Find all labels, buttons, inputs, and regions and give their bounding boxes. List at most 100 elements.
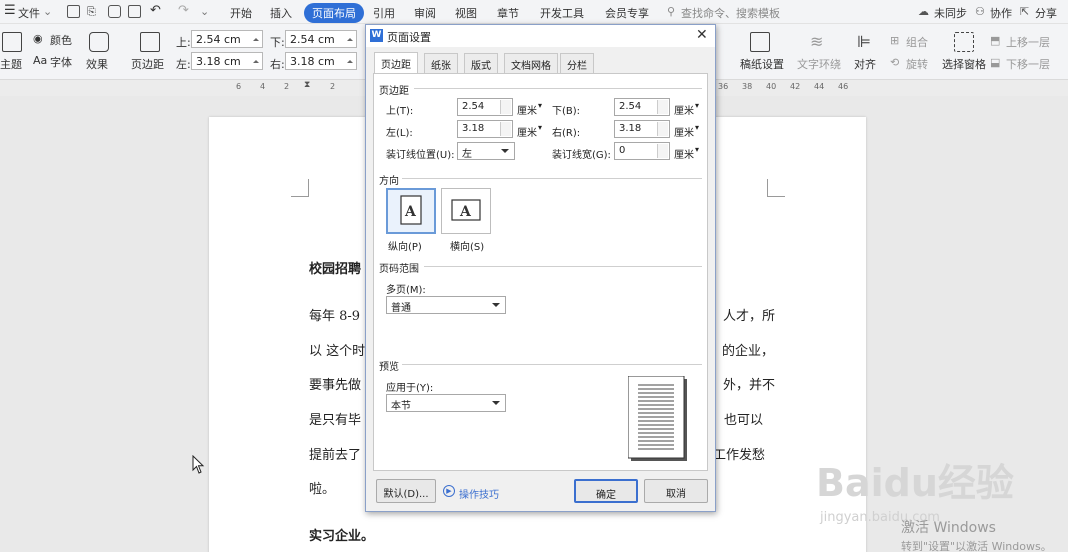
tab-paper[interactable]: 纸张 [424, 53, 458, 73]
file-menu[interactable]: 文件 [18, 5, 40, 21]
margins-panel: 页边距 上(T): 2.54 厘米 ▾ 下(B): 2.54 厘米 ▾ 左(L)… [373, 73, 708, 471]
chevron-down-icon[interactable]: ▾ [538, 101, 542, 110]
print-preview-icon[interactable] [128, 5, 141, 18]
ruler-tick: 36 [718, 82, 729, 91]
palette-icon: ◉ [33, 32, 43, 45]
tab-developer[interactable]: 开发工具 [540, 5, 584, 21]
selection-pane-icon[interactable] [954, 32, 974, 52]
ribbon-right-margin[interactable]: 3.18 cm [285, 52, 357, 70]
section-divider [414, 88, 702, 89]
right-margin-input[interactable]: 3.18 [614, 120, 670, 138]
tab-margins[interactable]: 页边距 [374, 52, 418, 74]
tab-view[interactable]: 视图 [455, 5, 477, 21]
selection-pane-button[interactable]: 选择窗格 [942, 56, 986, 72]
tips-link[interactable]: 操作技巧 [459, 486, 499, 501]
rotate-button[interactable]: 旋转 [906, 56, 928, 72]
tab-review[interactable]: 审阅 [414, 5, 436, 21]
share-button[interactable]: 分享 [1035, 5, 1057, 21]
top-unit-dropdown[interactable]: 厘米 [517, 102, 537, 117]
left-unit-dropdown[interactable]: 厘米 [517, 124, 537, 139]
tab-columns[interactable]: 分栏 [560, 53, 594, 73]
doc-text-line: 每年 8-9 [309, 309, 361, 324]
doc-text-line: 以 这个时 [309, 344, 366, 359]
bottom-margin-input[interactable]: 2.54 [614, 98, 670, 116]
landscape-option[interactable]: A [441, 188, 491, 234]
tab-page-layout[interactable]: 页面布局 [304, 3, 364, 23]
command-search[interactable]: 查找命令、搜索模板 [681, 5, 780, 21]
section-divider [424, 266, 702, 267]
undo-icon[interactable]: ↶ [150, 3, 161, 18]
tab-references[interactable]: 引用 [373, 5, 395, 21]
tab-layout[interactable]: 版式 [464, 53, 498, 73]
multiple-pages-select[interactable]: 普通 [386, 296, 506, 314]
chevron-down-icon[interactable]: ▾ [695, 145, 699, 154]
page-setup-dialog: W 页面设置 ✕ 页边距 纸张 版式 文档网格 分栏 页边距 上(T): 2.5… [365, 24, 716, 512]
send-backward-button[interactable]: 下移一层 [1006, 56, 1050, 72]
apply-to-select[interactable]: 本节 [386, 394, 506, 412]
font-icon: Aa [33, 54, 48, 67]
gutter-position-select[interactable]: 左 [457, 142, 515, 160]
dialog-title-bar[interactable]: W 页面设置 ✕ [366, 25, 715, 47]
right-margin-label: 右(R): [552, 128, 581, 139]
left-margin-input[interactable]: 3.18 [457, 120, 513, 138]
gutter-unit-dropdown[interactable]: 厘米 [674, 146, 694, 161]
margins-button[interactable]: 页边距 [131, 56, 164, 72]
bring-forward-button[interactable]: 上移一层 [1006, 34, 1050, 50]
align-button[interactable]: 对齐 [854, 56, 876, 72]
save-icon[interactable] [67, 5, 80, 18]
theme-icon[interactable] [2, 32, 22, 52]
margins-icon[interactable] [140, 32, 160, 52]
doc-text-line: ，也可以 [711, 413, 764, 428]
effects-icon[interactable] [89, 32, 109, 52]
tab-home[interactable]: 开始 [230, 5, 252, 21]
chevron-down-icon[interactable]: ▾ [538, 123, 542, 132]
manuscript-icon[interactable] [750, 32, 770, 52]
section-divider [402, 178, 702, 179]
dialog-title: 页面设置 [387, 31, 431, 44]
customize-icon[interactable]: ⌄ [200, 5, 209, 18]
effects-button[interactable]: 效果 [86, 56, 108, 72]
tab-document-grid[interactable]: 文档网格 [504, 53, 558, 73]
group-button[interactable]: 组合 [906, 34, 928, 50]
portrait-label[interactable]: 纵向(P) [388, 238, 422, 253]
tab-insert[interactable]: 插入 [270, 5, 292, 21]
bottom-unit-dropdown[interactable]: 厘米 [674, 102, 694, 117]
top-margin-input[interactable]: 2.54 [457, 98, 513, 116]
ribbon-left-margin[interactable]: 3.18 cm [191, 52, 263, 70]
text-wrap-button[interactable]: 文字环绕 [797, 56, 841, 72]
right-unit-dropdown[interactable]: 厘米 [674, 124, 694, 139]
ribbon-bottom-margin[interactable]: 2.54 cm [285, 30, 357, 48]
theme-button[interactable]: 主题 [0, 56, 22, 72]
hamburger-icon[interactable]: ☰ [4, 3, 16, 18]
colors-button[interactable]: 颜色 [50, 32, 72, 48]
ok-button[interactable]: 确定 [574, 479, 638, 503]
ruler-tick: 46 [838, 82, 849, 91]
landscape-page-icon: A [451, 199, 481, 221]
close-icon[interactable]: ✕ [696, 27, 708, 43]
cancel-button[interactable]: 取消 [644, 479, 708, 503]
collab-button[interactable]: 协作 [990, 5, 1012, 21]
bottom-margin-label: 下(B): [552, 106, 581, 117]
fonts-button[interactable]: 字体 [50, 54, 72, 70]
portrait-page-icon: A [400, 195, 422, 225]
ribbon-top-label: 上: [176, 36, 191, 49]
ruler-tick: 6 [236, 82, 242, 91]
indent-marker-icon[interactable]: ⧗ [304, 80, 310, 90]
redo-icon[interactable]: ↷ [178, 3, 189, 18]
gutter-width-input[interactable]: 0 [614, 142, 670, 160]
ruler-tick: 44 [814, 82, 825, 91]
print-icon[interactable] [108, 5, 121, 18]
tab-chapter[interactable]: 章节 [497, 5, 519, 21]
chevron-down-icon[interactable]: ▾ [695, 123, 699, 132]
chevron-down-icon[interactable]: ▾ [695, 101, 699, 110]
landscape-label[interactable]: 横向(S) [450, 238, 484, 253]
baidu-watermark: Baidu经验 [816, 461, 1014, 505]
sync-status[interactable]: 未同步 [934, 5, 967, 21]
export-icon[interactable]: ⎘ [87, 5, 96, 19]
manuscript-button[interactable]: 稿纸设置 [740, 56, 784, 72]
chevron-down-icon[interactable]: ⌄ [43, 5, 52, 18]
default-button[interactable]: 默认(D)... [376, 479, 436, 503]
ribbon-top-margin[interactable]: 2.54 cm [191, 30, 263, 48]
portrait-option[interactable]: A [386, 188, 436, 234]
tab-member[interactable]: 会员专享 [605, 5, 649, 21]
